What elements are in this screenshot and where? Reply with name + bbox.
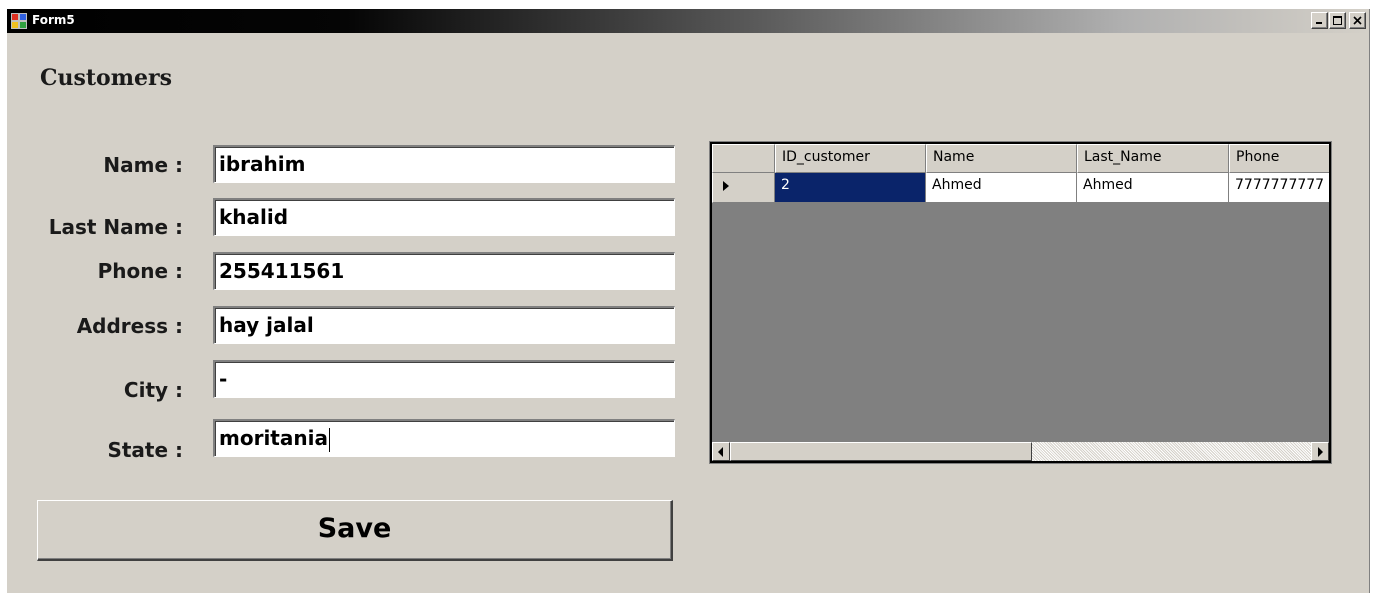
row-pointer-icon bbox=[723, 181, 729, 191]
column-header-last-name[interactable]: Last_Name bbox=[1077, 144, 1229, 173]
city-label: City : bbox=[123, 378, 183, 402]
customers-grid[interactable]: ID_customer Name Last_Name Phone 2 Ahmed… bbox=[710, 142, 1331, 463]
arrow-right-icon bbox=[1318, 447, 1323, 457]
cell-last-name[interactable]: Ahmed bbox=[1077, 173, 1229, 203]
address-label: Address : bbox=[76, 314, 183, 338]
form5-window: Form5 Customers Name : ibrahim Last Name… bbox=[6, 9, 1370, 593]
state-label: State : bbox=[107, 438, 183, 462]
phone-label: Phone : bbox=[97, 259, 183, 283]
state-field[interactable]: moritania bbox=[213, 419, 675, 457]
column-header-phone[interactable]: Phone bbox=[1229, 144, 1329, 173]
last-name-field[interactable]: khalid bbox=[213, 198, 675, 236]
title-bar[interactable]: Form5 bbox=[7, 9, 1369, 33]
state-value: moritania bbox=[219, 426, 328, 450]
last-name-label: Last Name : bbox=[48, 215, 183, 239]
minimize-button[interactable] bbox=[1311, 12, 1328, 29]
table-row[interactable]: 2 Ahmed Ahmed 7777777777 bbox=[712, 173, 1329, 203]
text-cursor bbox=[328, 427, 330, 452]
minimize-icon bbox=[1316, 22, 1322, 24]
page-title: Customers bbox=[40, 65, 172, 91]
cell-phone[interactable]: 7777777777 bbox=[1229, 173, 1329, 203]
cell-name[interactable]: Ahmed bbox=[926, 173, 1077, 203]
scroll-left-button[interactable] bbox=[712, 442, 730, 461]
horizontal-scrollbar[interactable] bbox=[712, 442, 1329, 461]
city-field[interactable]: - bbox=[213, 360, 675, 398]
window-title: Form5 bbox=[32, 13, 75, 27]
name-field[interactable]: ibrahim bbox=[213, 145, 675, 183]
row-header[interactable] bbox=[712, 173, 775, 203]
close-icon bbox=[1353, 16, 1362, 25]
cell-id-customer[interactable]: 2 bbox=[775, 173, 926, 203]
app-icon[interactable] bbox=[11, 13, 27, 29]
grid-header: ID_customer Name Last_Name Phone bbox=[712, 144, 1329, 173]
save-button[interactable]: Save bbox=[37, 500, 673, 561]
arrow-left-icon bbox=[718, 447, 723, 457]
address-field[interactable]: hay jalal bbox=[213, 306, 675, 344]
column-header-name[interactable]: Name bbox=[926, 144, 1077, 173]
maximize-icon bbox=[1333, 16, 1342, 25]
close-button[interactable] bbox=[1349, 12, 1366, 29]
scroll-right-button[interactable] bbox=[1311, 442, 1329, 461]
name-label: Name : bbox=[103, 153, 183, 177]
maximize-button[interactable] bbox=[1329, 12, 1346, 29]
phone-field[interactable]: 255411561 bbox=[213, 252, 675, 290]
column-header-id-customer[interactable]: ID_customer bbox=[775, 144, 926, 173]
row-header-corner[interactable] bbox=[712, 144, 775, 173]
scrollbar-thumb[interactable] bbox=[730, 442, 1032, 461]
